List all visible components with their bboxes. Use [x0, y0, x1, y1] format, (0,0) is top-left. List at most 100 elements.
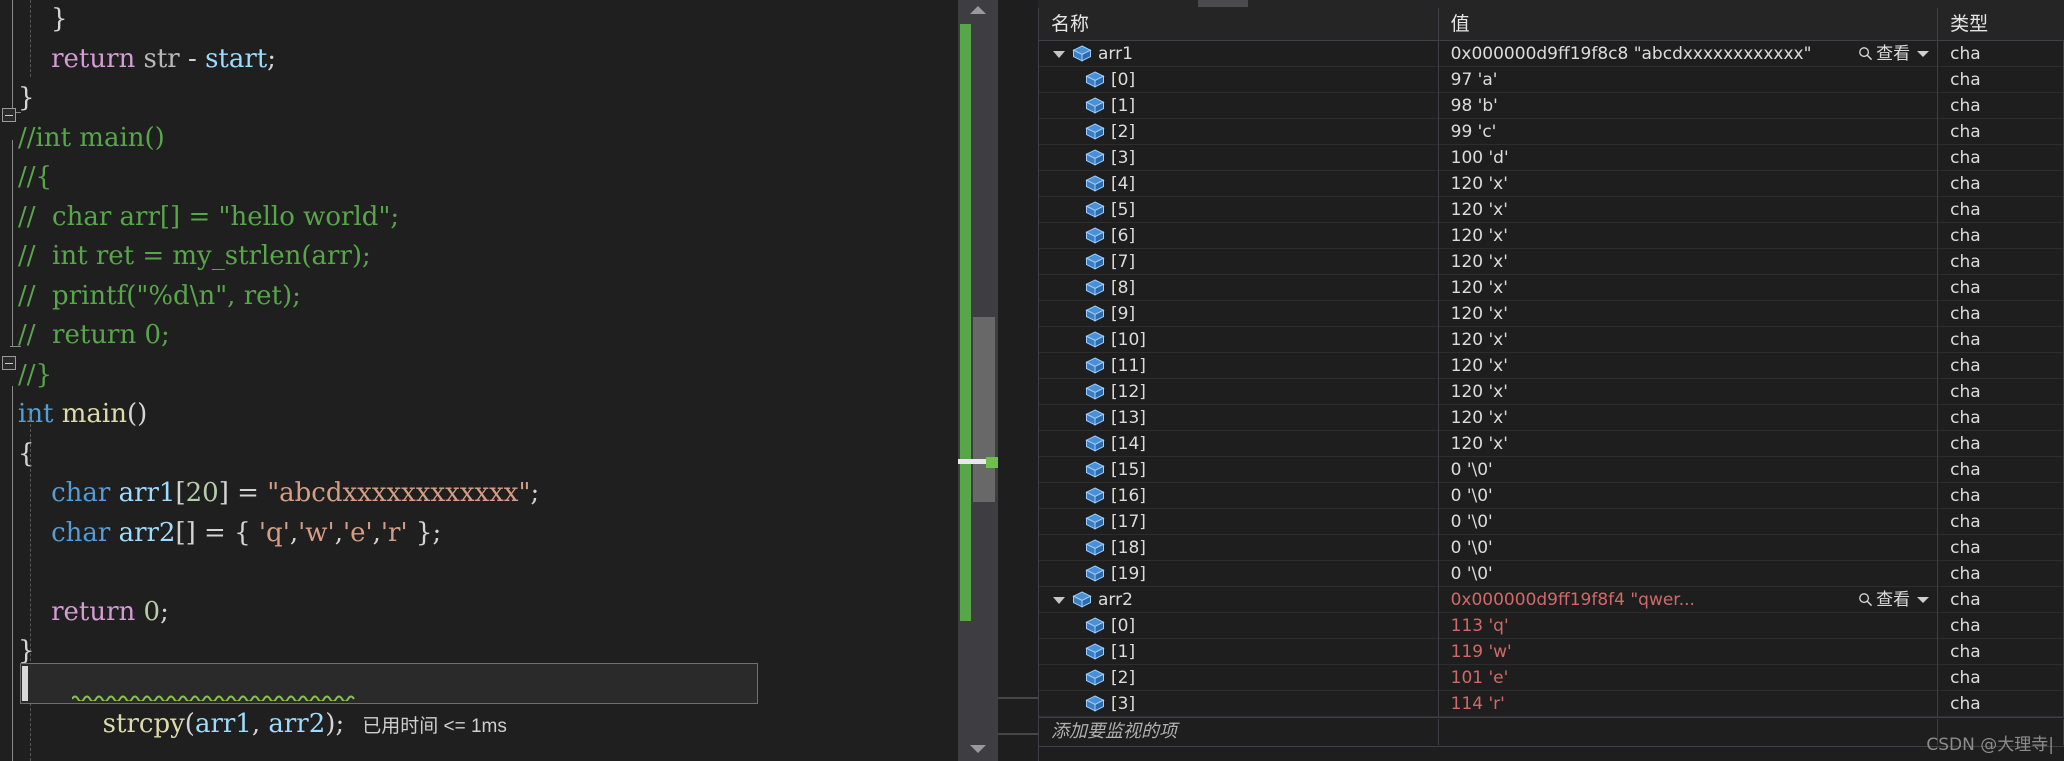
- watch-row-type-cell[interactable]: cha: [1938, 508, 2064, 535]
- chevron-down-icon[interactable]: [1917, 596, 1930, 603]
- code-line[interactable]: // printf("%d\n", ret);: [0, 277, 998, 317]
- watch-row[interactable]: [2] 101 'e' cha: [1039, 664, 2064, 691]
- watch-row-value-cell[interactable]: 0 '\0': [1439, 482, 1939, 509]
- watch-row-value-cell[interactable]: 119 'w': [1439, 638, 1939, 665]
- column-header-name[interactable]: 名称: [1039, 8, 1439, 41]
- watch-row-name-cell[interactable]: [0]: [1039, 66, 1439, 93]
- watch-row-value-cell[interactable]: 120 'x': [1439, 430, 1939, 457]
- watch-row-name-cell[interactable]: arr2: [1039, 586, 1439, 613]
- watch-row[interactable]: [16] 0 '\0' cha: [1039, 482, 2064, 509]
- collapse-toggle-main[interactable]: [2, 356, 16, 370]
- expander-triangle-icon[interactable]: [1053, 51, 1065, 58]
- code-line[interactable]: //int main(): [0, 119, 998, 159]
- code-line[interactable]: char arr2[] = { 'q','w','e','r' };: [0, 514, 998, 554]
- watch-row[interactable]: [18] 0 '\0' cha: [1039, 534, 2064, 561]
- watch-row-name-cell[interactable]: [13]: [1039, 404, 1439, 431]
- watch-row-type-cell[interactable]: cha: [1938, 40, 2064, 67]
- watch-row-value-cell[interactable]: 120 'x': [1439, 326, 1939, 353]
- watch-row[interactable]: [1] 119 'w' cha: [1039, 638, 2064, 665]
- scrollbar-track[interactable]: [958, 22, 998, 739]
- expander-triangle-icon[interactable]: [1053, 597, 1065, 604]
- code-line[interactable]: // char arr[] = "hello world";: [0, 198, 998, 238]
- watch-row-name-cell[interactable]: [18]: [1039, 534, 1439, 561]
- watch-row-type-cell[interactable]: cha: [1938, 586, 2064, 613]
- watch-row-name-cell[interactable]: [11]: [1039, 352, 1439, 379]
- watch-row[interactable]: [19] 0 '\0' cha: [1039, 560, 2064, 587]
- watch-row[interactable]: [10] 120 'x' cha: [1039, 326, 2064, 353]
- watch-row-type-cell[interactable]: cha: [1938, 482, 2064, 509]
- watch-rows-container[interactable]: arr1 0x000000d9ff19f8c8 "abcdxxxxxxxxxxxx…: [1039, 40, 2064, 717]
- watch-row-value-cell[interactable]: 0x000000d9ff19f8f4 "qwer... 查看: [1439, 586, 1939, 613]
- watch-row-name-cell[interactable]: [3]: [1039, 690, 1439, 717]
- watch-row-type-cell[interactable]: cha: [1938, 196, 2064, 223]
- watch-row-name-cell[interactable]: [14]: [1039, 430, 1439, 457]
- watch-row[interactable]: [11] 120 'x' cha: [1039, 352, 2064, 379]
- editor-vertical-scrollbar[interactable]: [958, 0, 998, 761]
- watch-row-type-cell[interactable]: cha: [1938, 66, 2064, 93]
- watch-row-name-cell[interactable]: [0]: [1039, 612, 1439, 639]
- watch-row[interactable]: [0] 113 'q' cha: [1039, 612, 2064, 639]
- watch-row-type-cell[interactable]: cha: [1938, 222, 2064, 249]
- watch-row-value-cell[interactable]: 0x000000d9ff19f8c8 "abcdxxxxxxxxxxxx" 查看: [1439, 40, 1939, 67]
- watch-row[interactable]: [8] 120 'x' cha: [1039, 274, 2064, 301]
- watch-row-value-cell[interactable]: 100 'd': [1439, 144, 1939, 171]
- watch-row-value-cell[interactable]: 97 'a': [1439, 66, 1939, 93]
- watch-row-type-cell[interactable]: cha: [1938, 352, 2064, 379]
- watch-row[interactable]: [6] 120 'x' cha: [1039, 222, 2064, 249]
- code-editor[interactable]: } return str - start;} //int main() //{// …: [0, 0, 998, 761]
- watch-row-value-cell[interactable]: 120 'x': [1439, 196, 1939, 223]
- code-line[interactable]: return str - start;: [0, 40, 998, 80]
- watch-row[interactable]: [13] 120 'x' cha: [1039, 404, 2064, 431]
- code-line[interactable]: //{: [0, 158, 998, 198]
- add-watch-input[interactable]: 添加要监视的项: [1039, 719, 1439, 745]
- code-line[interactable]: }: [0, 0, 998, 40]
- watch-window[interactable]: 名称 值 类型 arr1 0x000000d9ff19f8c8 "abcdxxxx…: [1038, 0, 2064, 761]
- view-value-button[interactable]: 查看: [1858, 41, 1930, 67]
- watch-row-type-cell[interactable]: cha: [1938, 300, 2064, 327]
- watch-row-value-cell[interactable]: 120 'x': [1439, 404, 1939, 431]
- watch-row-name-cell[interactable]: [6]: [1039, 222, 1439, 249]
- watch-row[interactable]: [2] 99 'c' cha: [1039, 118, 2064, 145]
- watch-row-value-cell[interactable]: 113 'q': [1439, 612, 1939, 639]
- add-watch-value-cell[interactable]: [1439, 719, 1939, 745]
- watch-row[interactable]: arr1 0x000000d9ff19f8c8 "abcdxxxxxxxxxxxx…: [1039, 40, 2064, 67]
- watch-row-name-cell[interactable]: [9]: [1039, 300, 1439, 327]
- watch-row-name-cell[interactable]: [7]: [1039, 248, 1439, 275]
- watch-row-name-cell[interactable]: [1]: [1039, 92, 1439, 119]
- watch-row-name-cell[interactable]: [12]: [1039, 378, 1439, 405]
- collapse-toggle-commented-main[interactable]: [2, 108, 16, 122]
- watch-row[interactable]: [9] 120 'x' cha: [1039, 300, 2064, 327]
- code-line[interactable]: return 0;: [0, 593, 998, 633]
- watch-row-type-cell[interactable]: cha: [1938, 664, 2064, 691]
- add-watch-row[interactable]: 添加要监视的项: [1039, 717, 2064, 747]
- watch-row[interactable]: [15] 0 '\0' cha: [1039, 456, 2064, 483]
- watch-row-type-cell[interactable]: cha: [1938, 560, 2064, 587]
- watch-row[interactable]: [17] 0 '\0' cha: [1039, 508, 2064, 535]
- code-text-area[interactable]: } return str - start;} //int main() //{// …: [0, 0, 998, 761]
- scrollbar-up-button[interactable]: [958, 0, 998, 22]
- watch-row-type-cell[interactable]: cha: [1938, 638, 2064, 665]
- watch-row-type-cell[interactable]: cha: [1938, 404, 2064, 431]
- watch-toolbar-button[interactable]: [1198, 0, 1248, 7]
- watch-row-type-cell[interactable]: cha: [1938, 612, 2064, 639]
- watch-row-type-cell[interactable]: cha: [1938, 378, 2064, 405]
- watch-row-type-cell[interactable]: cha: [1938, 430, 2064, 457]
- watch-row-value-cell[interactable]: 98 'b': [1439, 92, 1939, 119]
- watch-row-type-cell[interactable]: cha: [1938, 534, 2064, 561]
- watch-row-name-cell[interactable]: [5]: [1039, 196, 1439, 223]
- watch-row-value-cell[interactable]: 0 '\0': [1439, 508, 1939, 535]
- watch-row-value-cell[interactable]: 120 'x': [1439, 378, 1939, 405]
- watch-row-value-cell[interactable]: 120 'x': [1439, 170, 1939, 197]
- watch-row[interactable]: [3] 100 'd' cha: [1039, 144, 2064, 171]
- watch-row[interactable]: [14] 120 'x' cha: [1039, 430, 2064, 457]
- code-line[interactable]: int main(): [0, 395, 998, 435]
- watch-row-type-cell[interactable]: cha: [1938, 170, 2064, 197]
- watch-row-name-cell[interactable]: [2]: [1039, 664, 1439, 691]
- code-line[interactable]: char arr1[20] = "abcdxxxxxxxxxxxx";: [0, 474, 998, 514]
- code-line[interactable]: }: [0, 79, 998, 119]
- code-line[interactable]: // int ret = my_strlen(arr);: [0, 237, 998, 277]
- watch-row-value-cell[interactable]: 120 'x': [1439, 300, 1939, 327]
- watch-row-type-cell[interactable]: cha: [1938, 690, 2064, 717]
- watch-row-name-cell[interactable]: [15]: [1039, 456, 1439, 483]
- scrollbar-thumb[interactable]: [973, 317, 995, 502]
